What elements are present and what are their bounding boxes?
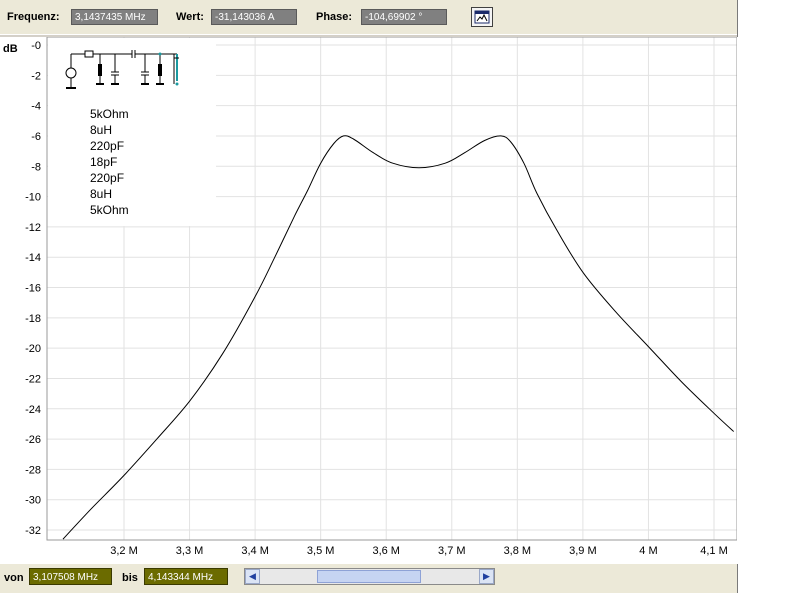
y-tick-label: -12 [25,222,41,234]
scroll-right-icon[interactable]: ▶ [479,569,494,584]
legend-item: 18pF [90,155,118,169]
y-tick-label: -10 [25,192,41,204]
circuit-schematic-icon [65,50,179,89]
y-tick-label: -30 [25,495,41,507]
value-label: Wert: [176,11,204,23]
x-tick-label: 3,8 M [504,545,532,557]
chart-view-icon [474,10,490,24]
phase-label: Phase: [316,11,353,23]
y-tick-label: -0 [31,40,41,52]
legend-item: 220pF [90,139,125,153]
x-tick-label: 3,9 M [569,545,597,557]
scroll-left-icon[interactable]: ◀ [245,569,260,584]
x-tick-label: 4 M [639,545,657,557]
y-tick-label: -4 [31,101,41,113]
y-tick-label: -24 [25,404,41,416]
range-scrollbar[interactable]: ◀ ▶ [244,568,495,585]
y-tick-label: -8 [31,161,41,173]
y-tick-label: -22 [25,373,41,385]
scrollbar-thumb[interactable] [317,570,421,583]
x-tick-label: 3,7 M [438,545,466,557]
legend-item: 8uH [90,187,113,201]
frequency-label: Frequenz: [7,11,60,23]
y-tick-label: -26 [25,434,41,446]
x-tick-label: 3,5 M [307,545,335,557]
x-tick-label: 3,3 M [176,545,204,557]
from-label: von [4,572,24,584]
legend-item: 8uH [90,123,113,137]
y-tick-label: -18 [25,313,41,325]
to-value-field[interactable]: 4,143344 MHz [144,568,228,585]
y-tick-label: -32 [25,525,41,537]
x-tick-label: 3,6 M [372,545,400,557]
value-value: -31,143036 A [211,9,297,25]
legend-item: 5kOhm [90,203,129,217]
legend-item: 5kOhm [90,107,129,121]
circuit-legend: 5kOhm 8uH 220pF 18pF 220pF 8uH 5kOhm [48,38,216,226]
legend-item: 220pF [90,171,125,185]
y-tick-label: -20 [25,343,41,355]
range-bar: von 3,107508 MHz bis 4,143344 MHz ◀ ▶ [0,564,738,593]
plot-area[interactable]: -0 -2 -4 -6 -8 -10 -12 -14 -16 -18 -20 -22 -24 -26 -28… [0,36,738,564]
chart-view-button[interactable] [471,7,493,27]
y-axis-label: dB [3,43,18,55]
from-value-field[interactable]: 3,107508 MHz [29,568,112,585]
x-tick-label: 3,4 M [241,545,269,557]
x-tick-label: 3,2 M [110,545,138,557]
to-label: bis [122,572,138,584]
measurement-toolbar: Frequenz: 3,1437435 MHz Wert: -31,143036… [0,0,738,38]
x-tick-label: 4,1 M [700,545,728,557]
y-tick-label: -2 [31,70,41,82]
frequency-value: 3,1437435 MHz [71,9,158,25]
y-tick-label: -16 [25,283,41,295]
phase-value: -104,69902 ° [361,9,447,25]
y-tick-label: -28 [25,464,41,476]
y-tick-label: -14 [25,252,41,264]
y-tick-label: -6 [31,131,41,143]
